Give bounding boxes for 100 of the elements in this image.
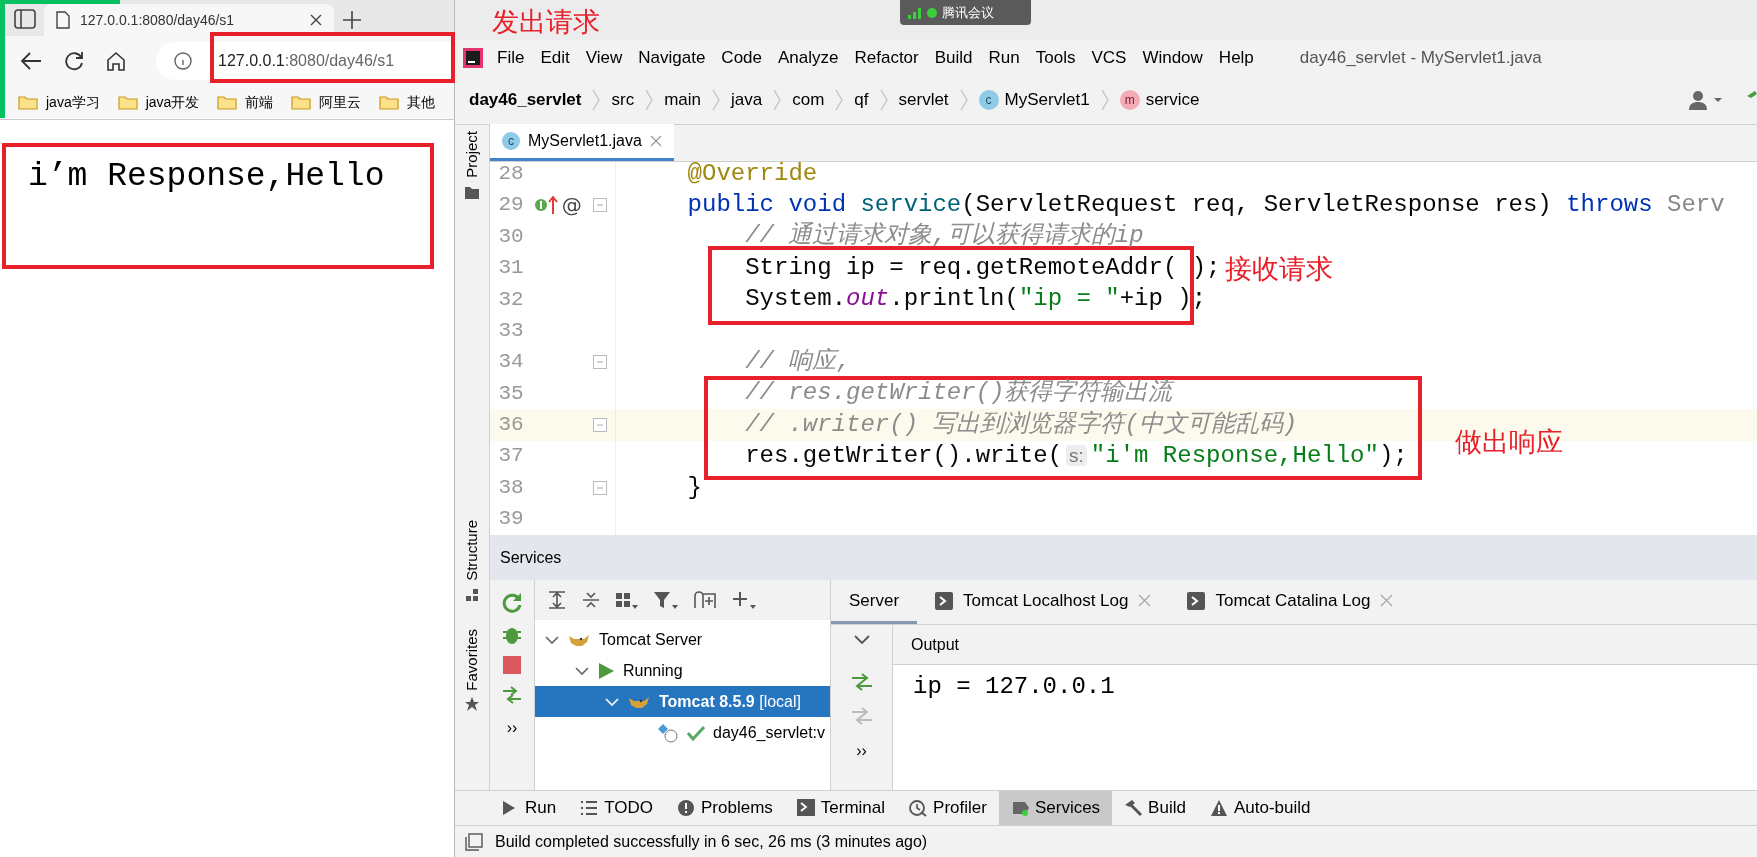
line-number: 38 [497, 474, 524, 501]
tool-window-tab[interactable]: Terminal [784, 791, 898, 825]
menu-item[interactable]: Code [713, 45, 770, 71]
tool-window-button[interactable]: Favorites [460, 628, 484, 691]
chevron-down-icon[interactable] [575, 665, 589, 676]
folder-icon [379, 94, 400, 110]
menu-item[interactable]: Run [980, 45, 1028, 71]
breadcrumb[interactable]: java [731, 87, 763, 113]
tree-item[interactable]: day46_servlet:v [535, 717, 830, 748]
console-icon [1187, 591, 1206, 610]
breadcrumb[interactable]: main [664, 87, 701, 113]
tab-actions-icon[interactable] [14, 9, 36, 29]
menu-item[interactable]: Edit [532, 45, 578, 71]
annotation-label: 接收请求 [1225, 255, 1333, 282]
add-service-icon[interactable] [693, 590, 717, 610]
menu-item[interactable]: Analyze [770, 45, 847, 71]
breadcrumb[interactable]: qf [854, 87, 869, 113]
profiler-icon [909, 799, 928, 817]
expand-all-icon[interactable] [547, 590, 567, 610]
breadcrumb[interactable]: m service [1119, 87, 1200, 113]
code-line: // 响应, [744, 347, 851, 378]
browser-tab[interactable]: 127.0.0.1:8080/day46/s1 [44, 4, 334, 36]
breadcrumb[interactable]: src [611, 87, 635, 113]
menu-item[interactable]: Refactor [846, 45, 927, 71]
tool-window-tab[interactable]: Auto-build [1197, 791, 1323, 825]
code-line: @Override [686, 162, 818, 189]
menu-item[interactable]: View [577, 45, 631, 71]
close-icon[interactable] [310, 14, 322, 26]
address-bar[interactable]: 127.0.0.1:8080/day46/s1 [156, 41, 454, 80]
tool-window-tab[interactable]: TODO [568, 791, 665, 825]
info-icon [174, 51, 192, 70]
chevron-down-icon[interactable] [545, 634, 559, 645]
tool-window-button[interactable]: Structure [460, 519, 484, 581]
bookmark[interactable]: 前端 [217, 91, 274, 113]
warning-icon [1209, 799, 1228, 817]
group-icon[interactable] [615, 590, 639, 610]
tree-item[interactable]: Tomcat 8.5.9 [local] [535, 686, 830, 717]
chevron-icon [591, 89, 602, 111]
back-icon[interactable] [20, 50, 42, 71]
menu-item[interactable]: VCS [1083, 45, 1135, 71]
tool-window-tab[interactable]: Run [489, 791, 569, 825]
menu-item[interactable]: Navigate [630, 45, 714, 71]
filter-icon[interactable] [653, 590, 679, 610]
chevron-icon [772, 89, 783, 111]
menu-item[interactable]: Tools [1027, 45, 1084, 71]
tree-item[interactable]: Running [535, 655, 830, 686]
line-number: 31 [497, 255, 524, 282]
annotation-label: 做出响应 [1455, 428, 1563, 455]
class-icon: c [978, 90, 999, 110]
panel-title: Services [490, 535, 1757, 580]
deploy-icon[interactable] [849, 671, 874, 693]
add-icon[interactable] [731, 590, 757, 610]
line-number: 35 [497, 380, 524, 407]
menu-item[interactable]: Window [1134, 45, 1211, 71]
more-button[interactable]: ›› [506, 716, 518, 740]
artifact-icon [657, 722, 679, 743]
reload-icon[interactable] [64, 50, 84, 71]
tool-window-button[interactable]: Project [460, 131, 484, 178]
menu-item[interactable]: Help [1210, 45, 1262, 71]
chevron-down-icon[interactable] [853, 635, 870, 645]
code-line: // .writer() 写出到浏览器字符(中文可能乱码) [744, 409, 1298, 440]
implements-icon[interactable] [533, 194, 558, 217]
url-text: 127.0.0.1:8080/day46/s1 [218, 50, 395, 71]
annotation-marker[interactable]: @ [561, 190, 582, 221]
line-number: 33 [497, 317, 524, 344]
line-number: 36 [497, 412, 524, 439]
editor-tab[interactable]: c MyServlet1.java [490, 124, 674, 161]
rerun-icon[interactable] [501, 592, 523, 614]
bookmark[interactable]: 其他 [379, 91, 436, 113]
code-line: String ip = req.getRemoteAddr( ); [744, 252, 1221, 283]
menu-item[interactable]: Build [926, 45, 981, 71]
breadcrumb[interactable]: c MyServlet1 [978, 87, 1090, 113]
bookmark[interactable]: java开发 [117, 91, 200, 113]
code-line: } [686, 472, 702, 503]
tool-window-tab[interactable]: Profiler [897, 791, 999, 825]
tree-item[interactable]: Tomcat Server [535, 624, 830, 655]
line-number: 39 [497, 506, 524, 533]
tool-window-tab[interactable]: Build [1112, 791, 1198, 825]
breadcrumb[interactable]: servlet [898, 87, 949, 113]
panel-tab[interactable]: Tomcat Catalina Log [1169, 580, 1412, 624]
tool-window-tab[interactable]: Problems [665, 791, 785, 825]
chevron-icon [834, 89, 845, 111]
more-button[interactable]: ›› [856, 739, 867, 763]
tool-window-tab[interactable]: Services [998, 791, 1113, 825]
new-tab-icon[interactable] [342, 10, 362, 30]
problems-icon [677, 799, 695, 817]
breadcrumb[interactable]: com [792, 87, 825, 113]
code-line: // res.getWriter()获得字符输出流 [744, 377, 1173, 409]
bookmark[interactable]: java学习 [18, 91, 100, 113]
panel-tab[interactable]: Tomcat Localhost Log [917, 580, 1170, 624]
panel-tab[interactable]: Server [831, 580, 918, 624]
breadcrumb[interactable]: day46_servlet [469, 87, 582, 113]
user-icon[interactable] [1689, 90, 1723, 110]
menu-item[interactable]: File [489, 45, 533, 71]
bookmark[interactable]: 阿里云 [291, 91, 362, 113]
home-icon[interactable] [106, 50, 126, 71]
collapse-all-icon[interactable] [581, 590, 601, 610]
chevron-icon [711, 89, 721, 111]
panel-icon[interactable] [465, 832, 483, 851]
deploy-icon[interactable] [501, 684, 523, 706]
